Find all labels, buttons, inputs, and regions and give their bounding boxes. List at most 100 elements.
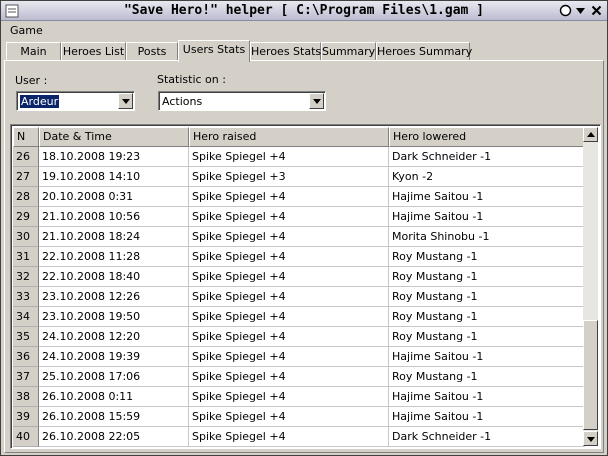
table-row[interactable]: 37 25.10.2008 17:06 Spike Spiegel +4 Roy Mu… [13,367,585,387]
cell-n: 33 [13,287,39,307]
cell-n: 40 [13,427,39,447]
arrow-down-icon [587,437,595,442]
cell-hero-lowered: Hajime Saitou -1 [389,207,585,227]
column-header-hero-raised[interactable]: Hero raised [189,127,389,147]
window-title: "Save Hero!" helper [ C:\Program Files\1… [123,3,485,18]
tab-summary[interactable]: Summary [321,42,376,61]
table-row[interactable]: 33 23.10.2008 12:26 Spike Spiegel +4 Roy Mu… [13,287,585,307]
cell-hero-raised: Spike Spiegel +4 [189,287,389,307]
cell-date-time: 26.10.2008 15:59 [39,407,189,427]
app-window: "Save Hero!" helper [ C:\Program Files\1… [0,0,608,456]
cell-hero-raised: Spike Spiegel +4 [189,327,389,347]
column-header-date-time[interactable]: Date & Time [39,127,189,147]
cell-hero-raised: Spike Spiegel +3 [189,167,389,187]
cell-hero-raised: Spike Spiegel +4 [189,247,389,267]
statistic-select-dropdown-button[interactable] [309,93,324,109]
cell-hero-raised: Spike Spiegel +4 [189,307,389,327]
cell-date-time: 24.10.2008 19:39 [39,347,189,367]
table-row[interactable]: 34 23.10.2008 19:50 Spike Spiegel +4 Roy Mu… [13,307,585,327]
cell-hero-raised: Spike Spiegel +4 [189,367,389,387]
table-row[interactable]: 29 21.10.2008 10:56 Spike Spiegel +4 Hajime… [13,207,585,227]
cell-n: 34 [13,307,39,327]
user-select-dropdown-button[interactable] [118,93,133,109]
arrow-up-icon [587,132,595,137]
tab-strip: Main Heroes List Posts Users Stats Heroe… [6,40,604,62]
vertical-scrollbar[interactable] [583,127,598,446]
cell-n: 36 [13,347,39,367]
cell-hero-lowered: Roy Mustang -1 [389,327,585,347]
cell-hero-raised: Spike Spiegel +4 [189,407,389,427]
table-row[interactable]: 40 26.10.2008 22:05 Spike Spiegel +4 Dark S… [13,427,585,447]
tab-heroes-summary[interactable]: Heroes Summary [376,42,472,61]
cell-date-time: 20.10.2008 0:31 [39,187,189,207]
stats-table[interactable]: N Date & Time Hero raised Hero lowered 2… [10,124,601,449]
table-row[interactable]: 30 21.10.2008 18:24 Spike Spiegel +4 Morita… [13,227,585,247]
table-row[interactable]: 27 19.10.2008 14:10 Spike Spiegel +3 Kyon -… [13,167,585,187]
title-bar[interactable]: "Save Hero!" helper [ C:\Program Files\1… [1,1,607,21]
menu-game[interactable]: Game [10,24,43,37]
cell-hero-lowered: Roy Mustang -1 [389,247,585,267]
cell-date-time: 24.10.2008 12:20 [39,327,189,347]
scroll-down-button[interactable] [583,431,598,446]
cell-hero-lowered: Roy Mustang -1 [389,367,585,387]
cell-hero-lowered: Hajime Saitou -1 [389,347,585,367]
cell-n: 27 [13,167,39,187]
user-label: User : [15,74,48,87]
table-row[interactable]: 28 20.10.2008 0:31 Spike Spiegel +4 Hajime … [13,187,585,207]
column-header-hero-lowered[interactable]: Hero lowered [389,127,585,147]
cell-hero-raised: Spike Spiegel +4 [189,347,389,367]
tab-main[interactable]: Main [6,42,61,61]
cell-n: 29 [13,207,39,227]
cell-hero-raised: Spike Spiegel +4 [189,187,389,207]
chevron-down-icon [122,99,130,104]
cell-hero-raised: Spike Spiegel +4 [189,207,389,227]
cell-date-time: 25.10.2008 17:06 [39,367,189,387]
scrollbar-thumb[interactable] [583,320,598,430]
cell-n: 37 [13,367,39,387]
cell-n: 31 [13,247,39,267]
cell-hero-raised: Spike Spiegel +4 [189,147,389,167]
cell-n: 35 [13,327,39,347]
cell-date-time: 21.10.2008 18:24 [39,227,189,247]
cell-hero-lowered: Morita Shinobu -1 [389,227,585,247]
users-stats-panel: User : Ardeur Statistic on : Actions N D… [4,60,604,453]
shade-down-icon[interactable] [574,4,587,17]
tab-heroes-list[interactable]: Heroes List [61,42,126,61]
cell-date-time: 26.10.2008 22:05 [39,427,189,447]
cell-hero-lowered: Roy Mustang -1 [389,307,585,327]
table-row[interactable]: 35 24.10.2008 12:20 Spike Spiegel +4 Roy Mu… [13,327,585,347]
cell-hero-lowered: Hajime Saitou -1 [389,407,585,427]
cell-n: 32 [13,267,39,287]
cell-hero-lowered: Roy Mustang -1 [389,267,585,287]
tab-users-stats[interactable]: Users Stats [178,40,250,62]
close-icon[interactable] [590,4,603,17]
table-row[interactable]: 38 26.10.2008 0:11 Spike Spiegel +4 Hajime … [13,387,585,407]
cell-date-time: 18.10.2008 19:23 [39,147,189,167]
table-row[interactable]: 26 18.10.2008 19:23 Spike Spiegel +4 Dark S… [13,147,585,167]
minimize-circle-icon[interactable] [559,4,572,17]
cell-n: 30 [13,227,39,247]
cell-date-time: 23.10.2008 12:26 [39,287,189,307]
cell-n: 38 [13,387,39,407]
tab-posts[interactable]: Posts [126,42,178,61]
cell-date-time: 22.10.2008 11:28 [39,247,189,267]
table-row[interactable]: 36 24.10.2008 19:39 Spike Spiegel +4 Hajime… [13,347,585,367]
table-row[interactable]: 32 22.10.2008 18:40 Spike Spiegel +4 Roy Mu… [13,267,585,287]
cell-n: 28 [13,187,39,207]
table-row[interactable]: 39 26.10.2008 15:59 Spike Spiegel +4 Hajime… [13,407,585,427]
scroll-up-button[interactable] [583,127,598,142]
column-header-n[interactable]: N [13,127,39,147]
statistic-select-value: Actions [162,95,203,108]
table-row[interactable]: 31 22.10.2008 11:28 Spike Spiegel +4 Roy Mu… [13,247,585,267]
cell-hero-raised: Spike Spiegel +4 [189,227,389,247]
table-header: N Date & Time Hero raised Hero lowered [13,127,585,147]
user-select-value: Ardeur [20,95,60,108]
cell-hero-lowered: Kyon -2 [389,167,585,187]
menu-bar: Game [1,22,607,39]
cell-hero-raised: Spike Spiegel +4 [189,267,389,287]
cell-date-time: 21.10.2008 10:56 [39,207,189,227]
cell-hero-raised: Spike Spiegel +4 [189,427,389,447]
user-select[interactable]: Ardeur [16,91,135,111]
tab-heroes-stats[interactable]: Heroes Stats [250,42,321,61]
statistic-select[interactable]: Actions [158,91,326,111]
